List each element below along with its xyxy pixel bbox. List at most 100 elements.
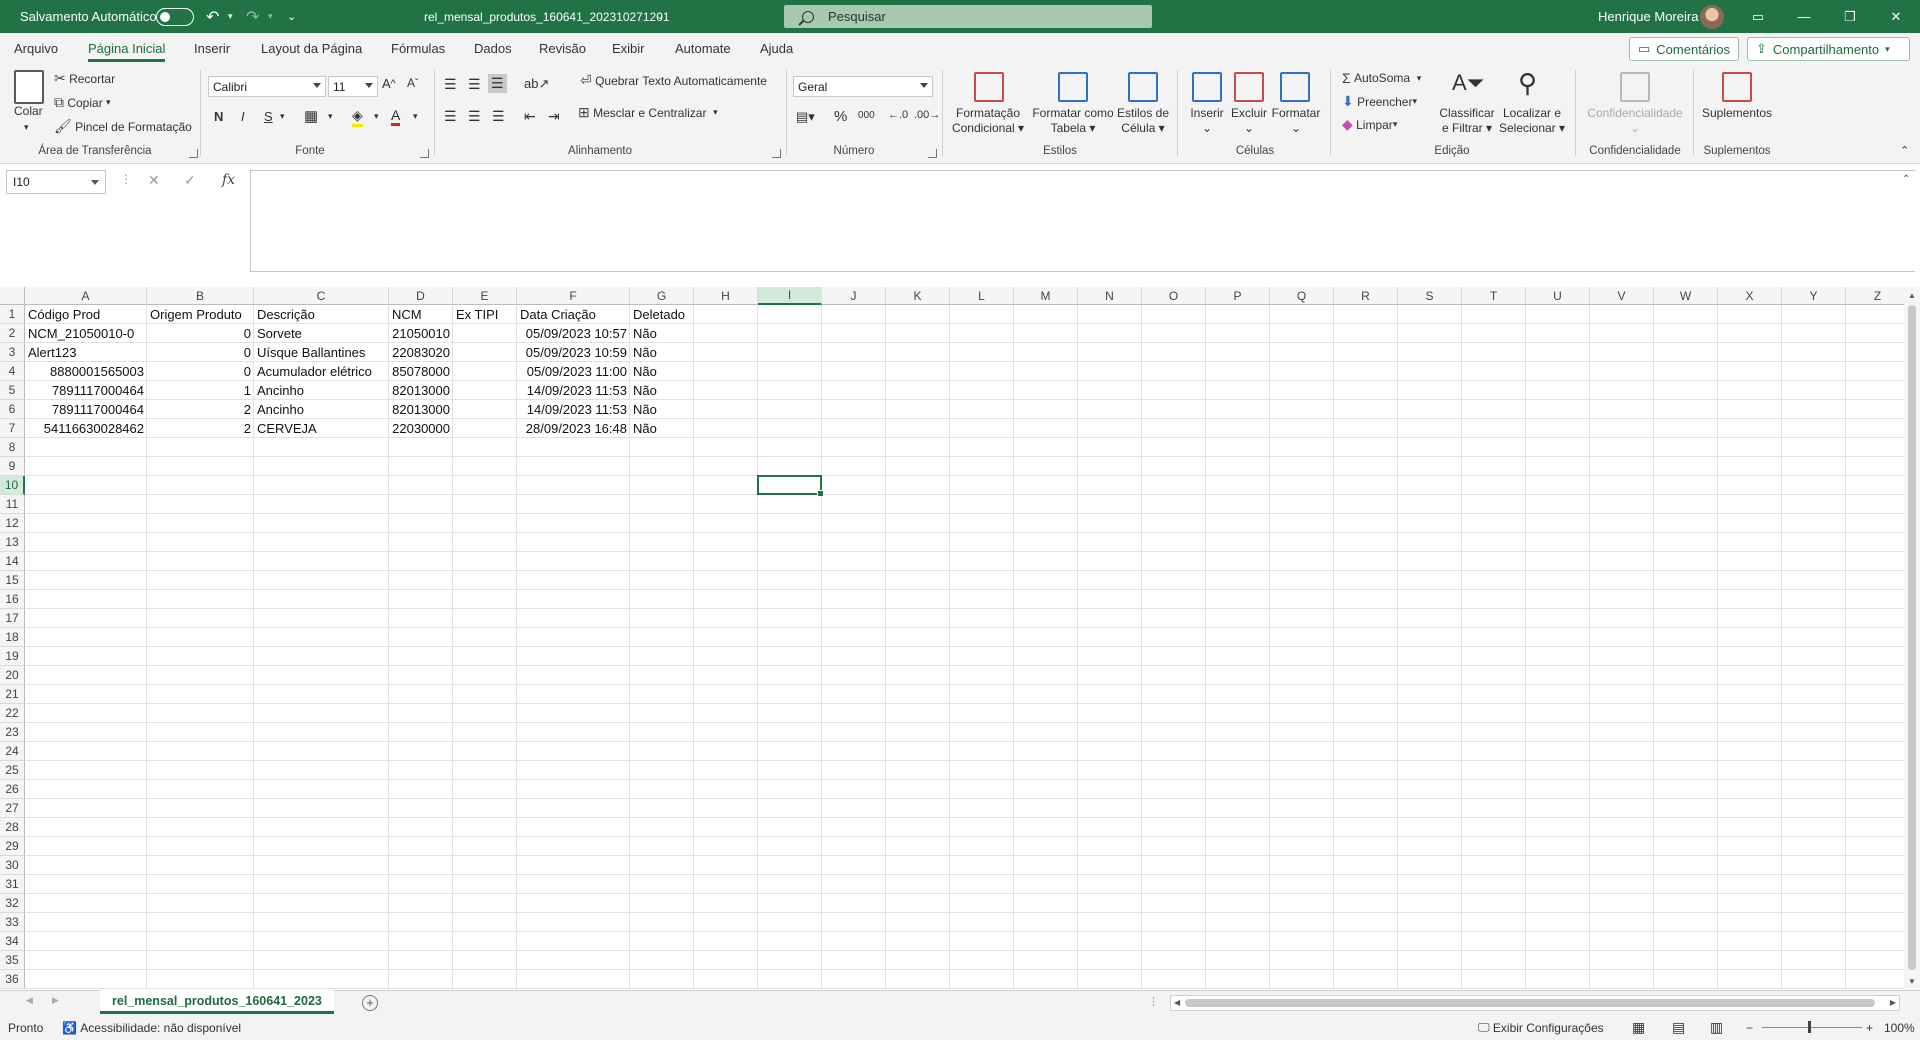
undo-icon[interactable]: ↶	[206, 0, 219, 33]
cell-styles-button[interactable]: Estilos de Célula ▾	[1112, 106, 1174, 136]
function-icon[interactable]: fx	[222, 172, 235, 188]
row-header-23[interactable]: 23	[0, 723, 25, 742]
redo-dropdown-icon[interactable]: ▾	[268, 0, 273, 33]
comments-button[interactable]: ▭ Comentários	[1629, 37, 1739, 61]
cell-c2[interactable]: Sorvete	[254, 324, 389, 343]
row-header-12[interactable]: 12	[0, 514, 25, 533]
launcher-icon[interactable]	[189, 149, 198, 158]
tab-layout[interactable]: Layout da Página	[261, 33, 362, 64]
column-header-x[interactable]: X	[1718, 287, 1782, 305]
cell-a2[interactable]: NCM_21050010-0	[25, 324, 147, 343]
cell-f7[interactable]: 28/09/2023 16:48	[517, 419, 630, 438]
minimize-icon[interactable]: —	[1781, 0, 1827, 33]
addins-button[interactable]: Suplementos	[1697, 106, 1777, 121]
column-header-j[interactable]: J	[822, 287, 886, 305]
chevron-down-icon[interactable]: ▾	[413, 111, 418, 122]
insert-cells-icon[interactable]	[1192, 72, 1222, 102]
delete-cells-icon[interactable]	[1234, 72, 1264, 102]
insert-cells-button[interactable]: Inserir ⌄	[1185, 106, 1229, 136]
number-format-select[interactable]: Geral	[793, 76, 933, 97]
scroll-right-icon[interactable]: ▶	[1890, 998, 1896, 1007]
format-as-table-icon[interactable]	[1058, 72, 1088, 102]
row-header-14[interactable]: 14	[0, 552, 25, 571]
delete-cells-button[interactable]: Excluir ⌄	[1226, 106, 1272, 136]
page-break-view-icon[interactable]: ▥	[1710, 1015, 1723, 1040]
chevron-down-icon[interactable]: ▾	[713, 107, 718, 118]
cell-c4[interactable]: Acumulador elétrico	[254, 362, 389, 381]
tab-exibir[interactable]: Exibir	[612, 33, 645, 64]
row-header-32[interactable]: 32	[0, 894, 25, 913]
increase-indent-icon[interactable]: ⇥	[548, 108, 560, 125]
cell-g7[interactable]: Não	[630, 419, 694, 438]
fill-button[interactable]: Preencher	[1357, 95, 1412, 109]
row-header-17[interactable]: 17	[0, 609, 25, 628]
cell-f4[interactable]: 05/09/2023 11:00	[517, 362, 630, 381]
row-header-25[interactable]: 25	[0, 761, 25, 780]
row-header-5[interactable]: 5	[0, 381, 25, 400]
chevron-down-icon[interactable]: ▾	[328, 111, 333, 122]
launcher-icon[interactable]	[772, 149, 781, 158]
sort-filter-icon[interactable]: A⏷	[1452, 70, 1484, 96]
row-header-22[interactable]: 22	[0, 704, 25, 723]
share-button[interactable]: ⇪ Compartilhamento ▾	[1747, 37, 1910, 61]
cut-button[interactable]: Recortar	[69, 72, 115, 86]
redo-icon[interactable]: ↷	[246, 0, 259, 33]
zoom-slider[interactable]	[1762, 1015, 1862, 1040]
column-header-p[interactable]: P	[1206, 287, 1270, 305]
row-header-1[interactable]: 1	[0, 305, 25, 324]
undo-dropdown-icon[interactable]: ▾	[228, 0, 233, 33]
row-header-7[interactable]: 7	[0, 419, 25, 438]
tab-revisao[interactable]: Revisão	[539, 33, 586, 64]
column-header-o[interactable]: O	[1142, 287, 1206, 305]
row-header-34[interactable]: 34	[0, 932, 25, 951]
autosave-toggle[interactable]	[156, 7, 194, 26]
copy-button[interactable]: Copiar	[67, 96, 102, 110]
font-color-icon[interactable]: A	[391, 107, 401, 126]
prev-sheet-icon[interactable]: ◀	[26, 995, 33, 1006]
chevron-down-icon[interactable]: ▾	[1412, 96, 1417, 107]
accessibility-status[interactable]: Acessibilidade: não disponível	[80, 1021, 241, 1035]
row-header-2[interactable]: 2	[0, 324, 25, 343]
row-header-19[interactable]: 19	[0, 647, 25, 666]
chevron-down-icon[interactable]: ⌄	[656, 0, 664, 33]
customize-toolbar-icon[interactable]: ⌄	[287, 0, 296, 33]
cell-b7[interactable]: 2	[147, 419, 254, 438]
conditional-formatting-icon[interactable]	[974, 72, 1004, 102]
row-header-30[interactable]: 30	[0, 856, 25, 875]
tab-ajuda[interactable]: Ajuda	[760, 33, 793, 64]
column-header-v[interactable]: V	[1590, 287, 1654, 305]
row-header-28[interactable]: 28	[0, 818, 25, 837]
scroll-up-icon[interactable]: ▲	[1908, 291, 1916, 300]
cell-c5[interactable]: Ancinho	[254, 381, 389, 400]
column-header-w[interactable]: W	[1654, 287, 1718, 305]
cell-g1[interactable]: Deletado	[630, 305, 694, 324]
bold-button[interactable]: N	[214, 109, 223, 124]
underline-button[interactable]: S	[264, 109, 273, 124]
chevron-down-icon[interactable]: ▾	[24, 122, 29, 133]
italic-button[interactable]: I	[241, 109, 245, 124]
cancel-icon[interactable]: ✕	[148, 172, 160, 189]
row-header-35[interactable]: 35	[0, 951, 25, 970]
zoom-level[interactable]: 100%	[1884, 1015, 1915, 1040]
cell-f5[interactable]: 14/09/2023 11:53	[517, 381, 630, 400]
row-header-18[interactable]: 18	[0, 628, 25, 647]
thousands-icon[interactable]: 000	[858, 110, 875, 121]
align-middle-icon[interactable]: ☰	[468, 76, 481, 93]
orientation-icon[interactable]: ab↗	[524, 76, 549, 92]
name-box[interactable]: I10	[6, 170, 106, 194]
spreadsheet-grid[interactable]: A B C D E F G H I J K L M N O P Q R S T U V W X Y Z 1 2 3 4 5 6 7 8 9 10 11 1…	[0, 287, 1904, 990]
zoom-in-icon[interactable]: +	[1866, 1015, 1873, 1040]
row-header-26[interactable]: 26	[0, 780, 25, 799]
tab-formulas[interactable]: Fórmulas	[391, 33, 445, 64]
scroll-left-icon[interactable]: ◀	[1174, 998, 1180, 1007]
row-header-8[interactable]: 8	[0, 438, 25, 457]
launcher-icon[interactable]	[420, 149, 429, 158]
tab-arquivo[interactable]: Arquivo	[14, 33, 58, 64]
row-header-10[interactable]: 10	[0, 476, 25, 495]
percent-icon[interactable]: %	[834, 108, 847, 125]
search-box[interactable]: Pesquisar	[784, 5, 1152, 28]
cell-styles-icon[interactable]	[1128, 72, 1158, 102]
row-header-16[interactable]: 16	[0, 590, 25, 609]
font-size-select[interactable]: 11	[328, 76, 378, 97]
font-name-select[interactable]: Calibri	[208, 76, 326, 97]
